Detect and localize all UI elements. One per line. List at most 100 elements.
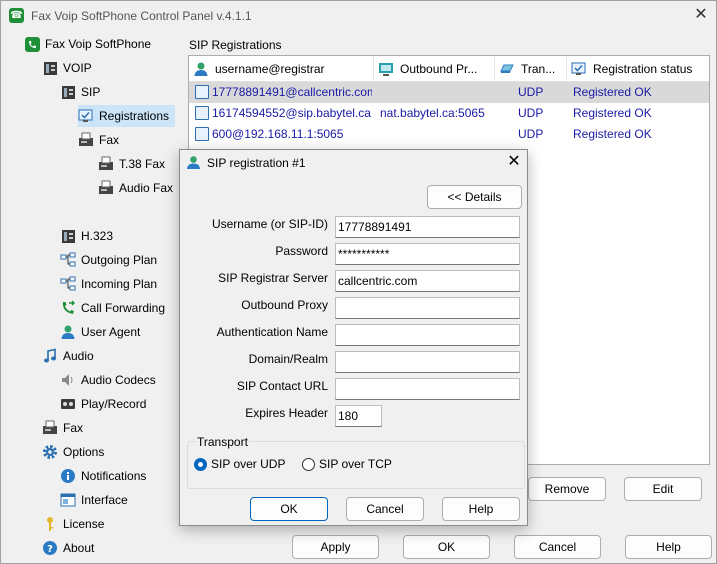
tree-label: SIP: [81, 85, 101, 99]
column-label: Outbound Pr...: [400, 62, 478, 76]
tree-item-play-record[interactable]: Play/Record: [60, 393, 146, 415]
tree-label: H.323: [81, 229, 114, 243]
tree-item-notifications[interactable]: Notifications: [60, 465, 146, 487]
gear-icon: [42, 444, 58, 460]
column-status[interactable]: Registration status: [567, 56, 709, 82]
contact-url-field[interactable]: [335, 378, 520, 400]
sip-registration-dialog: SIP registration #1 ✕ << Details Usernam…: [179, 149, 528, 526]
edit-button[interactable]: Edit: [624, 477, 702, 501]
help-icon: ?: [42, 540, 58, 556]
cell-status: Registered OK: [573, 85, 652, 99]
registration-icon: [195, 85, 209, 99]
transport-label: Transport: [196, 435, 249, 449]
expires-field[interactable]: [335, 405, 382, 427]
table-row[interactable]: 16174594552@sip.babytel.ca nat.babytel.c…: [189, 103, 709, 124]
tree-item-registrations[interactable]: Registrations: [78, 105, 175, 127]
tree-label: Fax: [63, 421, 84, 435]
ok-button[interactable]: OK: [403, 535, 490, 559]
table-row[interactable]: 600@192.168.11.1:5065 UDP Registered OK: [189, 124, 709, 145]
fax-icon: [42, 420, 58, 436]
title-bar: ☎ Fax Voip SoftPhone Control Panel v.4.1…: [1, 1, 716, 31]
tree-label: User Agent: [81, 325, 141, 339]
password-label: Password: [275, 244, 328, 258]
user-icon: [186, 155, 201, 170]
monitor-icon: [378, 61, 394, 77]
sip-over-udp-radio[interactable]: SIP over UDP: [194, 457, 285, 471]
registration-icon: [195, 127, 209, 141]
tree-label: VOIP: [63, 61, 92, 75]
svg-text:?: ?: [47, 544, 53, 555]
password-field[interactable]: [335, 243, 520, 265]
details-button[interactable]: << Details: [427, 185, 522, 209]
tree-item-options[interactable]: Options: [42, 441, 104, 463]
tape-icon: [60, 396, 76, 412]
sip-over-tcp-radio[interactable]: SIP over TCP: [302, 457, 392, 471]
radio-unselected-icon: [302, 457, 315, 471]
tree-item-voip[interactable]: VOIP: [42, 57, 92, 79]
remove-button[interactable]: Remove: [528, 477, 606, 501]
column-transport[interactable]: Tran...: [495, 56, 567, 82]
username-field[interactable]: [335, 216, 520, 238]
user-icon: [60, 324, 76, 340]
outbound-proxy-field[interactable]: [335, 297, 520, 319]
radio-selected-icon: [194, 457, 207, 471]
tree-item-outgoing-plan[interactable]: Outgoing Plan: [60, 249, 157, 271]
tree-item-fax-root[interactable]: Fax: [42, 417, 83, 439]
tree-item-softphone[interactable]: Fax Voip SoftPhone: [24, 33, 151, 55]
tree-label: Audio Fax: [119, 181, 174, 195]
close-icon[interactable]: ✕: [691, 5, 711, 25]
music-note-icon: [42, 348, 58, 364]
tree-label: About: [63, 541, 95, 555]
auth-name-field[interactable]: [335, 324, 520, 346]
tree-item-audio-fax[interactable]: Audio Fax: [98, 177, 173, 199]
tree-item-sip[interactable]: SIP: [60, 81, 100, 103]
tree-item-incoming-plan[interactable]: Incoming Plan: [60, 273, 157, 295]
tree-item-call-forwarding[interactable]: Call Forwarding: [60, 297, 165, 319]
tree-item-fax[interactable]: Fax: [78, 129, 119, 151]
apply-button[interactable]: Apply: [292, 535, 379, 559]
help-button[interactable]: Help: [625, 535, 712, 559]
tree-label: Notifications: [81, 469, 147, 483]
cell-status: Registered OK: [573, 127, 652, 141]
dialog-help-button[interactable]: Help: [442, 497, 520, 521]
registration-icon: [195, 106, 209, 120]
tree-item-interface[interactable]: Interface: [60, 489, 128, 511]
tree-item-about[interactable]: ? About: [42, 537, 94, 559]
tree-label: Play/Record: [81, 397, 147, 411]
tree-item-license[interactable]: License: [42, 513, 104, 535]
h323-icon: [60, 228, 76, 244]
cell-user: 17778891491@callcentric.com: [212, 85, 372, 99]
sip-icon: [60, 84, 76, 100]
tree-label: Audio Codecs: [81, 373, 156, 387]
fax-icon: [78, 132, 94, 148]
tree-item-h323[interactable]: H.323: [60, 225, 113, 247]
domain-label: Domain/Realm: [248, 352, 328, 366]
registration-icon: [78, 108, 94, 124]
cell-proxy: [380, 82, 492, 103]
column-outbound-proxy[interactable]: Outbound Pr...: [374, 56, 495, 82]
tree-label: Options: [63, 445, 105, 459]
column-label: username@registrar: [215, 62, 325, 76]
tree-item-audio-codecs[interactable]: Audio Codecs: [60, 369, 156, 391]
tree-item-audio[interactable]: Audio: [42, 345, 94, 367]
cell-transport: UDP: [518, 127, 544, 141]
close-icon[interactable]: ✕: [504, 152, 524, 172]
cell-status: Registered OK: [573, 106, 652, 120]
outbound-proxy-label: Outbound Proxy: [241, 298, 328, 312]
tree-item-t38-fax[interactable]: T.38 Fax: [98, 153, 165, 175]
tree-label: Outgoing Plan: [81, 253, 158, 267]
tree-label: Audio: [63, 349, 94, 363]
column-label: Registration status: [593, 62, 693, 76]
domain-field[interactable]: [335, 351, 520, 373]
registrar-field[interactable]: [335, 270, 520, 292]
cell-user: 16174594552@sip.babytel.ca: [212, 106, 371, 120]
column-username[interactable]: username@registrar: [189, 56, 374, 82]
cancel-button[interactable]: Cancel: [514, 535, 601, 559]
tree-label: Fax Voip SoftPhone: [45, 37, 152, 51]
dialog-ok-button[interactable]: OK: [250, 497, 328, 521]
dialog-cancel-button[interactable]: Cancel: [346, 497, 424, 521]
cell-user: 600@192.168.11.1:5065: [212, 127, 344, 141]
tree-item-user-agent[interactable]: User Agent: [60, 321, 140, 343]
table-row[interactable]: 17778891491@callcentric.com UDP Register…: [189, 82, 709, 103]
registrations-group-label: SIP Registrations: [189, 38, 282, 52]
